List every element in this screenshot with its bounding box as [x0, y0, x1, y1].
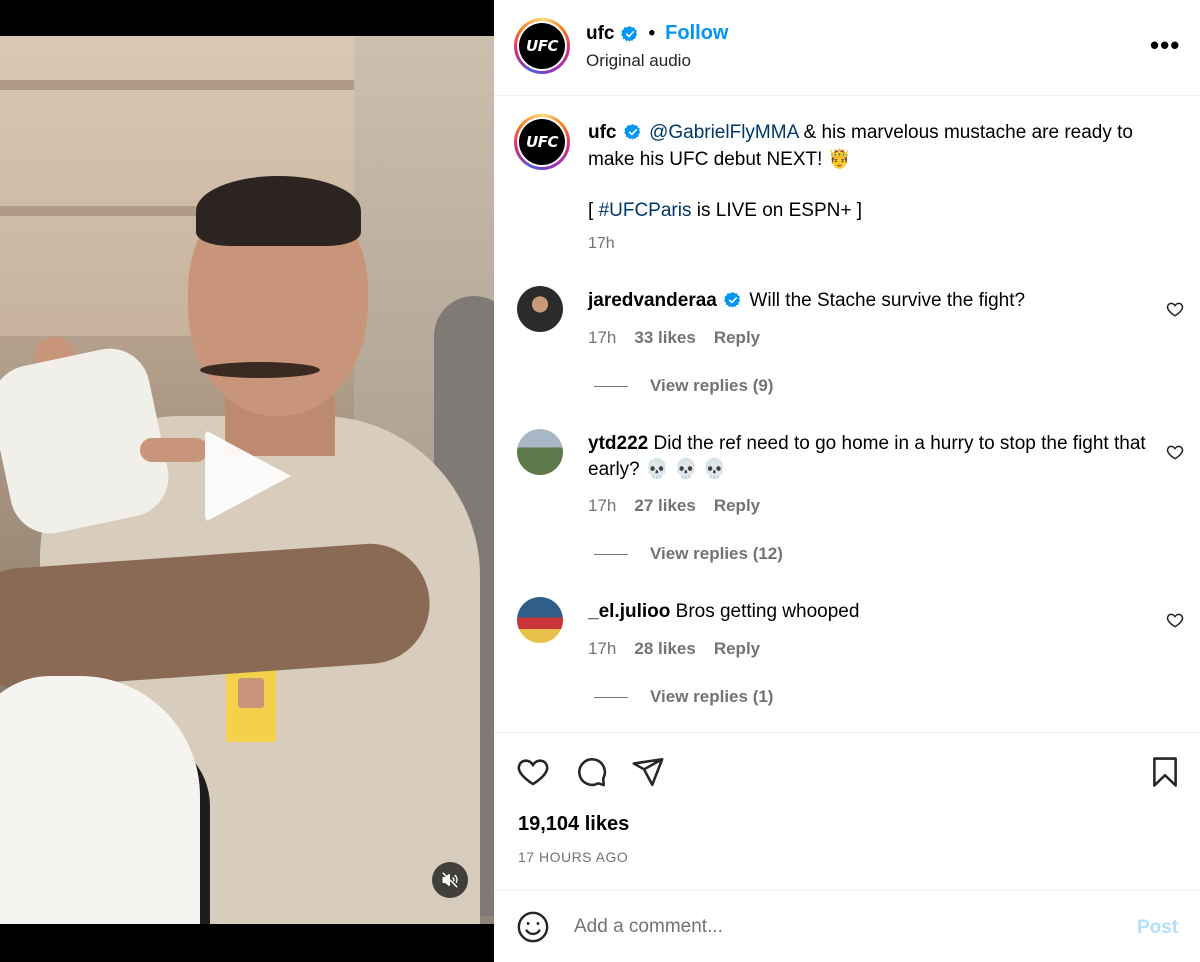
more-horizontal-icon[interactable]: ••• — [1150, 30, 1180, 61]
author-username[interactable]: ufc — [586, 23, 615, 45]
bookmark-icon[interactable] — [1148, 755, 1182, 789]
comment-likes[interactable]: 27 likes — [634, 496, 695, 516]
comment-text: _el.julioo Bros getting whooped — [588, 599, 1148, 625]
commenter-avatar[interactable] — [517, 597, 563, 643]
view-replies-button[interactable]: View replies (9) — [594, 376, 773, 396]
comment-likes[interactable]: 33 likes — [634, 328, 695, 348]
comment-text: ytd222 Did the ref need to go home in a … — [588, 431, 1148, 483]
comment-meta: 17h 28 likes Reply — [588, 639, 760, 659]
comment-likes[interactable]: 28 likes — [634, 639, 695, 659]
hashtag-link[interactable]: #UFCParis — [599, 200, 692, 221]
like-comment-icon[interactable] — [1166, 443, 1184, 461]
comment-body: Did the ref need to go home in a hurry t… — [588, 433, 1146, 480]
emoji-icon[interactable] — [516, 910, 550, 944]
id-badge — [226, 664, 276, 742]
view-replies-button[interactable]: View replies (12) — [594, 544, 783, 564]
caption-timestamp[interactable]: 17h — [588, 230, 1168, 257]
comment-time[interactable]: 17h — [588, 639, 616, 659]
reply-button[interactable]: Reply — [714, 639, 760, 659]
share-icon[interactable] — [631, 755, 665, 789]
commenter-avatar[interactable] — [517, 429, 563, 475]
comment-meta: 17h 33 likes Reply — [588, 328, 760, 348]
caption-line-2: [ #UFCParis is LIVE on ESPN+ ] — [588, 200, 863, 221]
caption-avatar[interactable]: UFC — [514, 114, 570, 170]
like-comment-icon[interactable] — [1166, 611, 1184, 629]
post-panel: UFC ufc • Follow Original audio ••• UFC … — [494, 0, 1200, 962]
comment-username[interactable]: _el.julioo — [588, 601, 670, 622]
comment-body: Will the Stache survive the fight? — [749, 290, 1026, 311]
commenter-avatar[interactable] — [517, 286, 563, 332]
comment-time[interactable]: 17h — [588, 496, 616, 516]
ufc-logo: UFC — [519, 23, 565, 69]
likes-count[interactable]: 19,104 likes — [518, 813, 629, 836]
header-user-row: ufc • Follow — [586, 22, 728, 45]
mustache — [200, 362, 320, 378]
caption-mention-link[interactable]: @GabrielFlyMMA — [649, 122, 798, 143]
post-comment-button[interactable]: Post — [1137, 917, 1178, 939]
comment-icon[interactable] — [574, 755, 608, 789]
follow-button[interactable]: Follow — [665, 22, 728, 45]
comment-username[interactable]: ytd222 — [588, 433, 648, 454]
ufc-logo: UFC — [519, 119, 565, 165]
media-panel — [0, 0, 494, 962]
post-time-ago[interactable]: 17 HOURS AGO — [518, 849, 628, 865]
comment-time[interactable]: 17h — [588, 328, 616, 348]
post-header: UFC ufc • Follow Original audio ••• — [494, 0, 1200, 96]
verified-badge-icon — [620, 25, 637, 42]
reply-button[interactable]: Reply — [714, 496, 760, 516]
caption: ufc @GabrielFlyMMA & his marvelous musta… — [588, 119, 1168, 257]
heart-icon[interactable] — [516, 755, 550, 789]
comment-username[interactable]: jaredvanderaa — [588, 290, 717, 311]
comment-input[interactable] — [574, 913, 1094, 941]
comment-body: Bros getting whooped — [675, 601, 860, 622]
reply-button[interactable]: Reply — [714, 328, 760, 348]
caption-username[interactable]: ufc — [588, 122, 617, 143]
post-actions: 19,104 likes 17 HOURS AGO — [494, 732, 1200, 890]
view-replies-button[interactable]: View replies (1) — [594, 687, 773, 707]
audio-label[interactable]: Original audio — [586, 51, 691, 71]
play-icon[interactable] — [205, 430, 291, 522]
comment-meta: 17h 27 likes Reply — [588, 496, 760, 516]
separator-dot: • — [648, 22, 656, 44]
comment-text: jaredvanderaa Will the Stache survive th… — [588, 288, 1148, 314]
comment-bar: Post — [494, 890, 1200, 962]
verified-badge-icon — [724, 292, 741, 308]
like-comment-icon[interactable] — [1166, 300, 1184, 318]
speaker-muted-icon[interactable] — [432, 862, 468, 898]
author-avatar[interactable]: UFC — [514, 18, 570, 74]
verified-badge-icon — [624, 124, 640, 140]
